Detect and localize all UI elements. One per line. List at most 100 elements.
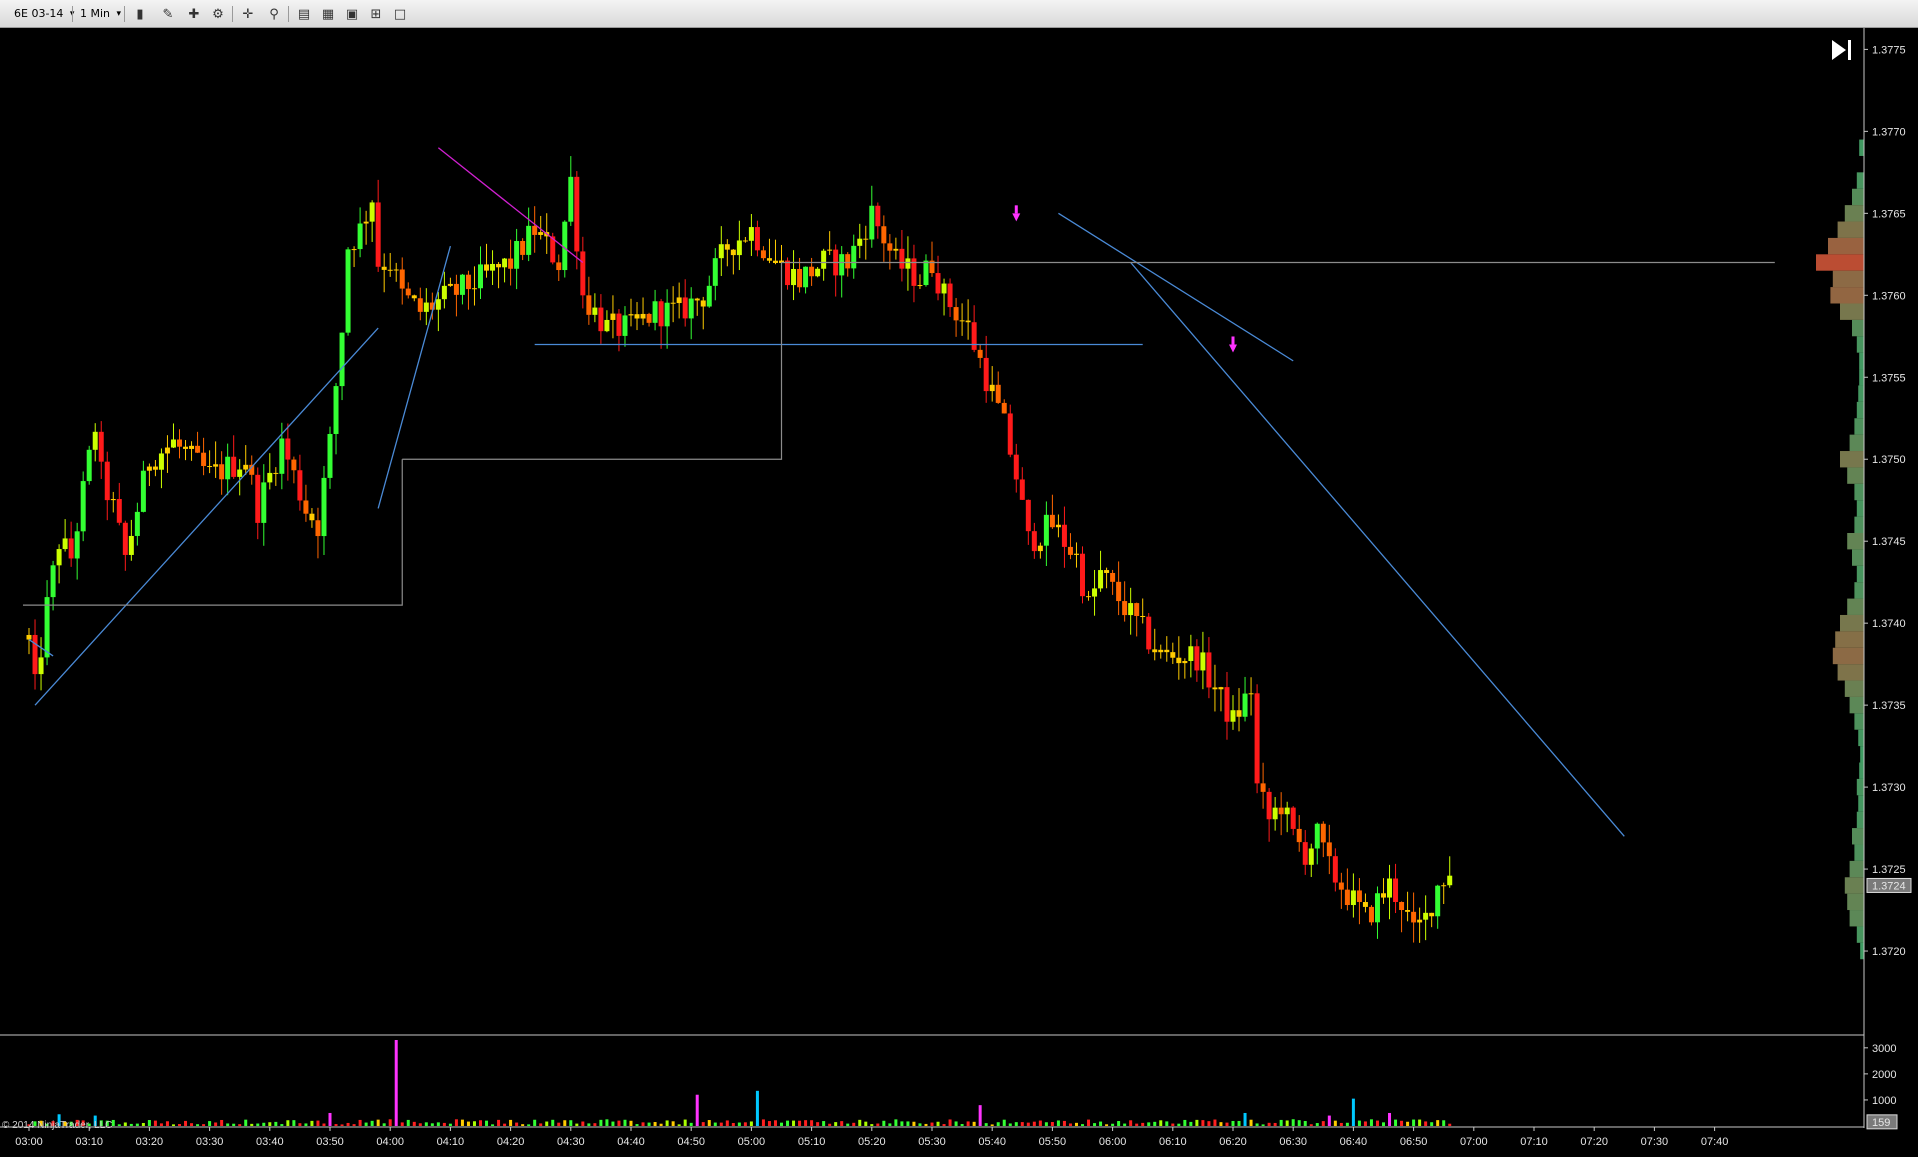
interval-selector[interactable]: 1 Min: [76, 5, 124, 23]
chart-trader-icon[interactable]: ▣: [342, 5, 362, 23]
volume-bar: [292, 1120, 296, 1126]
volume-bar: [1424, 1121, 1428, 1126]
volume-bar: [184, 1120, 188, 1126]
go-to-end-icon[interactable]: [1832, 40, 1851, 60]
volume-bar: [232, 1123, 236, 1126]
volume-bar: [1165, 1121, 1169, 1126]
volume-bar: [876, 1123, 880, 1126]
time-tick-label: 03:30: [196, 1136, 224, 1148]
volume-bar: [629, 1120, 633, 1126]
bar-type-icon[interactable]: ▮: [130, 5, 150, 23]
volume-bar: [1369, 1119, 1373, 1126]
pencil-draw-icon[interactable]: ✎: [158, 5, 178, 23]
candle-body: [1362, 902, 1368, 907]
candle-body: [369, 202, 375, 222]
volume-bar: [153, 1120, 157, 1126]
step-line[interactable]: [402, 262, 783, 460]
volume-bar: [1297, 1120, 1301, 1126]
indicator-add-icon[interactable]: ✚: [184, 5, 204, 23]
candle-body: [1381, 893, 1386, 898]
candle-body: [610, 313, 616, 320]
toolbar-separator: [232, 6, 233, 22]
volume-bar: [906, 1121, 910, 1126]
crosshair-icon[interactable]: ✛: [238, 5, 258, 23]
volume-profile-bar: [1856, 401, 1864, 419]
candle-body: [887, 243, 893, 251]
candle-body: [158, 453, 164, 470]
volume-bar: [719, 1122, 723, 1126]
candle-body: [905, 258, 911, 269]
trend-line[interactable]: [34, 327, 379, 706]
volume-profile-bar: [1854, 483, 1864, 501]
price-axis[interactable]: 1.3775 1.3770 1.3765 1.3760 1.3755 1.3750 1.37…: [1863, 28, 1912, 1128]
chart-properties-icon[interactable]: ▤: [294, 5, 314, 23]
time-tick-label: 04:20: [497, 1136, 525, 1148]
candle-body: [851, 245, 857, 269]
volume-bar: [563, 1120, 567, 1126]
volume-bar: [1117, 1121, 1121, 1126]
trend-line[interactable]: [1130, 262, 1625, 837]
candle-body: [616, 313, 622, 336]
volume-bar: [767, 1121, 771, 1126]
candle-body: [935, 273, 941, 294]
toolbar-separator: [288, 6, 289, 22]
volume-bar: [1315, 1123, 1319, 1126]
volume-bar: [1153, 1121, 1157, 1126]
volume-bar: [1388, 1112, 1392, 1126]
volume-bar: [196, 1124, 200, 1126]
trend-line[interactable]: [1058, 212, 1294, 362]
volume-profile-bar: [1852, 188, 1864, 206]
candle-body: [502, 258, 508, 268]
candle-body: [387, 269, 393, 271]
price-tick-label: 1.3760: [1872, 290, 1906, 302]
price-chart[interactable]: 1.3775 1.3770 1.3765 1.3760 1.3755 1.3750 1.37…: [0, 28, 1918, 1157]
candle-body: [315, 520, 321, 537]
candle-body: [532, 225, 538, 235]
volume-bar: [491, 1124, 495, 1126]
volume-bar: [190, 1123, 194, 1126]
trend-line[interactable]: [377, 245, 452, 509]
candle-body: [598, 307, 604, 332]
strategy-icon[interactable]: ⚙: [208, 5, 228, 23]
volume-bar: [1207, 1121, 1211, 1126]
go-to-end-arrow: [1832, 40, 1846, 60]
volume-bar: [147, 1120, 151, 1126]
snap-icon[interactable]: ⊞: [366, 5, 386, 23]
volume-bar: [918, 1123, 922, 1126]
instrument-selector[interactable]: 6E 03-14: [10, 5, 77, 23]
step-line[interactable]: [22, 459, 403, 606]
volume-bar: [274, 1121, 278, 1126]
volume-bar: [244, 1119, 248, 1126]
candle-body: [80, 481, 86, 532]
candle-body: [1152, 649, 1158, 653]
candle-body: [1158, 649, 1164, 653]
candle-body: [1104, 570, 1110, 573]
candle-body: [213, 464, 219, 467]
zoom-icon[interactable]: ⚲: [264, 5, 284, 23]
volume-bar: [388, 1119, 392, 1126]
volume-bar: [208, 1121, 212, 1126]
candle-body: [754, 227, 760, 251]
volume-profile-bar: [1816, 254, 1864, 271]
candle-body: [1278, 807, 1284, 815]
volume-bar: [575, 1123, 579, 1126]
volume-bar: [220, 1119, 224, 1126]
candle-body: [333, 386, 339, 434]
candle-body: [122, 522, 128, 555]
volume-bar: [129, 1123, 133, 1126]
volume-bar: [454, 1119, 458, 1126]
volume-bar: [1249, 1119, 1253, 1126]
drawing-objects[interactable]: [22, 147, 1775, 837]
volume-bar: [418, 1123, 422, 1126]
volume-bar: [394, 1040, 398, 1126]
time-axis[interactable]: 03:00 03:10 03:20 03:30 03:40 03:50 04:00 04:10…: [15, 1127, 1728, 1148]
volume-profile-bar: [1859, 369, 1864, 386]
volume-bar: [286, 1120, 290, 1126]
time-tick-label: 03:40: [256, 1136, 284, 1148]
candle-body: [1194, 646, 1200, 671]
volume-profile-bar: [1849, 910, 1864, 927]
candle-body: [38, 657, 44, 675]
volume-bar: [840, 1121, 844, 1126]
window-icon[interactable]: □: [390, 5, 410, 23]
data-series-icon[interactable]: ▦: [318, 5, 338, 23]
